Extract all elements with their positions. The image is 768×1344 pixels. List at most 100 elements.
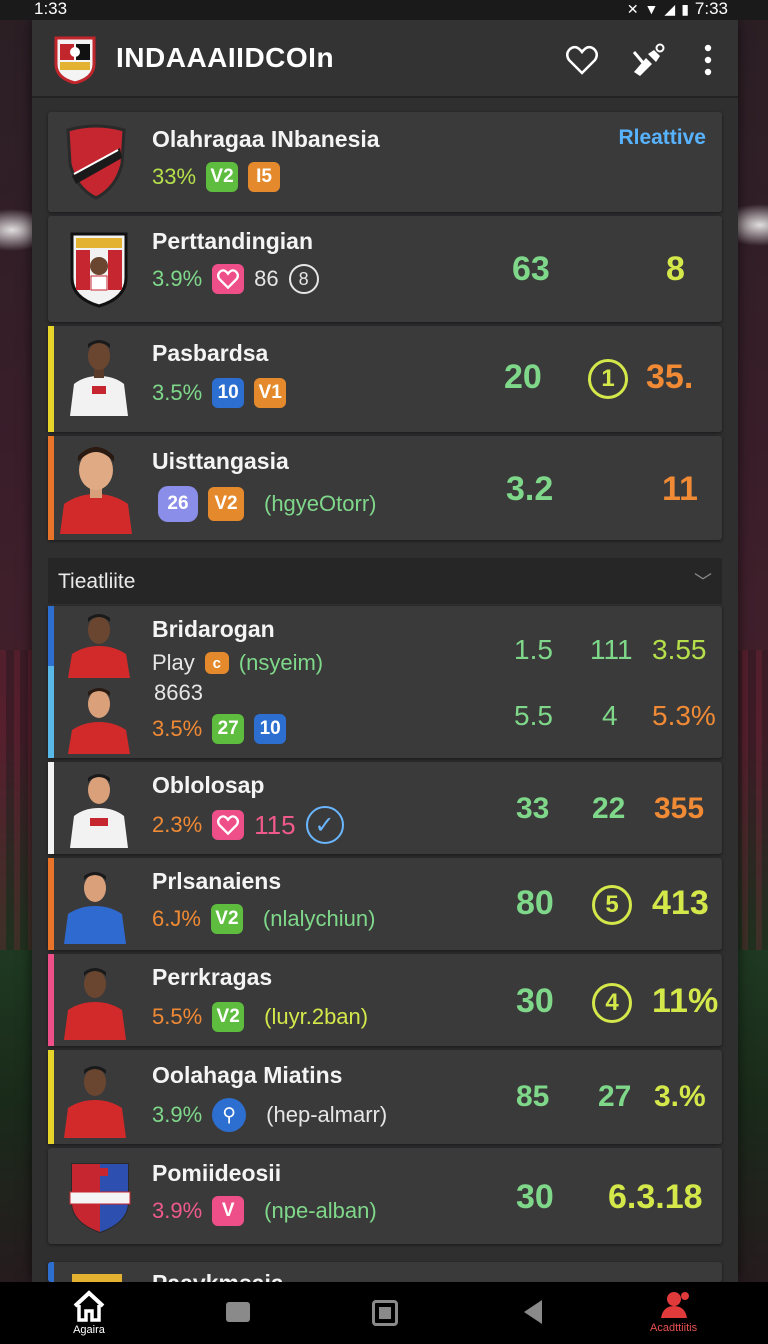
signal-icon: ◢ (664, 0, 676, 17)
stat-value: 413 (652, 884, 709, 922)
status-bar: 1:33 ✕ ▼ ◢ ▮ 7:33 (0, 0, 768, 20)
stat-value: 30 (516, 1178, 554, 1216)
heart-icon (217, 815, 240, 835)
stat-circle: 5 (592, 882, 632, 925)
player-avatar (60, 447, 132, 534)
team-crest-icon (66, 124, 126, 200)
player-name: Oolahaga Miatins (152, 1062, 343, 1088)
nav-activities[interactable]: Acadttiitis (650, 1290, 697, 1334)
team-crest-icon (70, 232, 128, 308)
nav-back[interactable] (522, 1298, 544, 1326)
list-item[interactable]: Prlsanaiens 6.J% V2 (nlalychiun) 80 5 41… (48, 858, 722, 950)
player-avatar (70, 340, 128, 416)
chevron-down-icon: ﹀ (694, 572, 712, 592)
stat-value: 35. (646, 358, 694, 396)
list-item[interactable]: Oblolosap 2.3% 115 ✓ 33 22 355 (48, 762, 722, 854)
stat-value: 111 (590, 634, 633, 665)
team-crest-icon (69, 1163, 131, 1234)
home-icon (73, 1290, 105, 1322)
player-percentage: 2.3% (152, 812, 203, 837)
list-item[interactable]: Oolahaga Miatins 3.9% ⚲ (hep-almarr) 85 … (48, 1050, 722, 1144)
stat-value: 11 (662, 470, 698, 508)
player-name: Bridarogan (152, 616, 275, 642)
player-percentage: 3.9% (152, 1102, 203, 1127)
number-badge: 26 (158, 486, 198, 522)
list-item[interactable]: Perrkragas 5.5% V2 (luyr.2ban) 30 4 11% (48, 954, 722, 1046)
player-avatar (64, 872, 126, 944)
number-badge: 10 (212, 378, 245, 408)
stat-value: 1.5 (514, 634, 553, 665)
match-number-circle: 8 (288, 264, 319, 294)
match-percentage: 3.9% (152, 266, 203, 291)
player-meta: 6.J% V2 (nlalychiun) (152, 904, 375, 934)
nav-overview[interactable] (372, 1300, 398, 1326)
player-tag: (nlalychiun) (262, 906, 376, 931)
square-icon (226, 1302, 250, 1322)
stat-value: 33 (516, 792, 550, 825)
v-badge: V1 (254, 378, 287, 408)
player-card[interactable]: Uisttangasia 26 V2 (hgyeOtorr) 3.2 11 (48, 436, 722, 540)
back-triangle-icon (524, 1300, 542, 1324)
player-name: Perrkragas (152, 964, 273, 990)
player-meta: 3.5% 10 V1 (152, 378, 287, 408)
match-count: 86 (254, 266, 279, 291)
stat-value: 27 (598, 1080, 632, 1113)
player-percentage: 3.5% (152, 716, 203, 741)
match-card[interactable]: Perttandingian 3.9% 86 8 63 8 (48, 216, 722, 322)
status-stripe (48, 762, 54, 854)
player-meta: 26 V2 (hgyeOtorr) (158, 486, 376, 522)
team-crest-icon (72, 1274, 122, 1282)
people-icon (660, 1292, 689, 1318)
heart-icon (217, 269, 240, 289)
favorite-button[interactable] (562, 40, 602, 80)
team-percentage: 33% (152, 164, 197, 189)
player-tag: (luyr.2ban) (264, 1004, 369, 1029)
player-percentage: 6.J% (152, 906, 201, 931)
status-stripe (48, 1262, 54, 1282)
nav-recents[interactable] (226, 1302, 250, 1322)
stat-value: 3.55 (652, 634, 707, 665)
stat-value: 30 (516, 982, 554, 1020)
tools-button[interactable] (628, 40, 668, 80)
list-item[interactable]: Pomiideosii 3.9% V (npe-alban) 30 6.3.18 (48, 1148, 722, 1244)
relative-link[interactable]: Rleattive (618, 126, 706, 150)
player-name: Prlsanaiens (152, 868, 282, 894)
player-tag: (hep-almarr) (266, 1102, 388, 1127)
status-stripe (48, 954, 54, 1046)
player-avatar (68, 614, 130, 678)
more-options-button[interactable] (688, 40, 728, 80)
team-card[interactable]: Olahragaa INbanesia 33% V2 I5 Rleattive (48, 112, 722, 212)
v-badge: V2 (212, 1002, 245, 1032)
stat-value: 22 (592, 792, 626, 825)
stat-value: 3.% (654, 1080, 706, 1113)
stat-value: 85 (516, 1080, 550, 1113)
status-stripe (48, 606, 54, 666)
nav-home[interactable]: Agaira (72, 1290, 106, 1336)
count-badge: I5 (248, 162, 281, 192)
player-meta: 2.3% 115 ✓ (152, 806, 344, 844)
player-percentage: 3.5% (152, 380, 203, 405)
stat-circle: 4 (592, 980, 632, 1023)
battery-icon: ▮ (681, 0, 689, 17)
list-item[interactable]: Paavkmsaia (48, 1262, 722, 1282)
section-header[interactable]: Tieatliite ﹀ (48, 558, 722, 604)
whistle-icon (632, 43, 665, 76)
more-vertical-icon (704, 44, 712, 76)
number-badge: 10 (254, 714, 287, 744)
v-badge: V2 (210, 904, 243, 934)
play-label: Play (152, 650, 195, 675)
team-meta: 33% V2 I5 (152, 162, 281, 192)
bottom-navigation: Agaira Acadttiitis (0, 1282, 768, 1344)
app-logo-icon (54, 36, 96, 84)
player-name: Uisttangasia (152, 448, 289, 474)
team-tag: (npe-alban) (264, 1198, 377, 1223)
player-count: 115 (254, 809, 296, 840)
stat-value: 8 (666, 250, 685, 288)
player-card[interactable]: Pasbardsa 3.5% 10 V1 20 1 35. (48, 326, 722, 432)
player-avatar (70, 774, 128, 848)
list-item[interactable]: Bridarogan Play c (nsyeim) 8663 3.5% 27 … (48, 606, 722, 758)
status-stripe (48, 1050, 54, 1144)
mute-icon: ✕ (626, 0, 639, 17)
v-badge: V2 (206, 162, 239, 192)
stat-value: 80 (516, 884, 554, 922)
